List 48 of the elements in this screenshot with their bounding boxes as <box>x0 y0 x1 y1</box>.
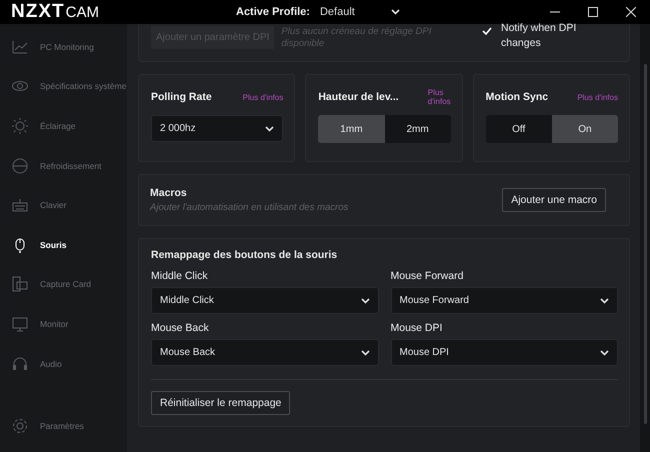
checkbox-label: Notify when DPI changes <box>501 21 578 51</box>
section-description: Ajouter l'automatisation en utilisant des macros <box>150 202 348 213</box>
check-icon <box>482 26 492 34</box>
chevron-down-icon <box>600 350 609 356</box>
headset-icon <box>12 356 28 372</box>
dropdown[interactable]: Mouse Back <box>151 339 378 366</box>
info-link[interactable]: Plus d'infos <box>428 88 451 106</box>
chart-icon <box>12 38 28 55</box>
keyboard-icon <box>12 197 28 214</box>
maximize-icon[interactable] <box>588 7 598 17</box>
dropdown[interactable]: Mouse DPI <box>390 339 618 366</box>
chevron-down-icon <box>360 350 370 356</box>
setting-title: Motion Sync <box>486 91 548 103</box>
chevron-down-icon <box>265 126 274 132</box>
monitor-icon <box>12 316 28 332</box>
setting-title: Polling Rate <box>151 91 212 103</box>
dropdown[interactable]: Mouse Forward <box>390 287 618 314</box>
info-link[interactable]: Plus d'infos <box>242 92 284 102</box>
circle-icon <box>12 158 28 174</box>
close-icon[interactable] <box>626 7 636 17</box>
chevron-down-icon <box>360 298 370 304</box>
dropdown[interactable]: Middle Click <box>151 287 378 314</box>
sun-icon <box>12 118 28 134</box>
settings-icon <box>12 418 28 434</box>
field-label: Middle Click <box>151 270 209 282</box>
section-title: Remappage des boutons de la souris <box>151 249 338 261</box>
dropdown[interactable]: 2 000hz <box>151 115 284 142</box>
section-title: Macros <box>150 187 188 199</box>
logo-subtitle: CAM <box>66 4 99 21</box>
field-label: Mouse Back <box>151 322 210 334</box>
segment-option[interactable]: On <box>552 115 618 143</box>
field-label: Mouse Forward <box>390 270 464 282</box>
chevron-down-icon <box>600 298 609 304</box>
reset-remap-button[interactable]: Réinitialiser le remappage <box>151 391 290 415</box>
profile-dropdown[interactable]: Default <box>320 6 400 18</box>
scrollbar[interactable] <box>640 24 650 452</box>
segment-option[interactable]: 1mm <box>318 115 384 143</box>
setting-title: Hauteur de lev... <box>318 91 399 103</box>
logo-wordmark: NZXT <box>11 1 65 23</box>
field-label: Mouse DPI <box>390 322 444 334</box>
chevron-down-icon <box>390 9 400 15</box>
profile-label: Active Profile: <box>236 6 310 18</box>
info-link[interactable]: Plus d'infos <box>577 92 618 102</box>
card-icon <box>12 276 28 292</box>
add-macro-button[interactable]: Ajouter une macro <box>502 188 606 212</box>
segment-option[interactable]: 2mm <box>384 115 451 143</box>
sidebar-item[interactable]: Souris <box>0 224 127 265</box>
segment-option[interactable]: Off <box>486 115 552 143</box>
